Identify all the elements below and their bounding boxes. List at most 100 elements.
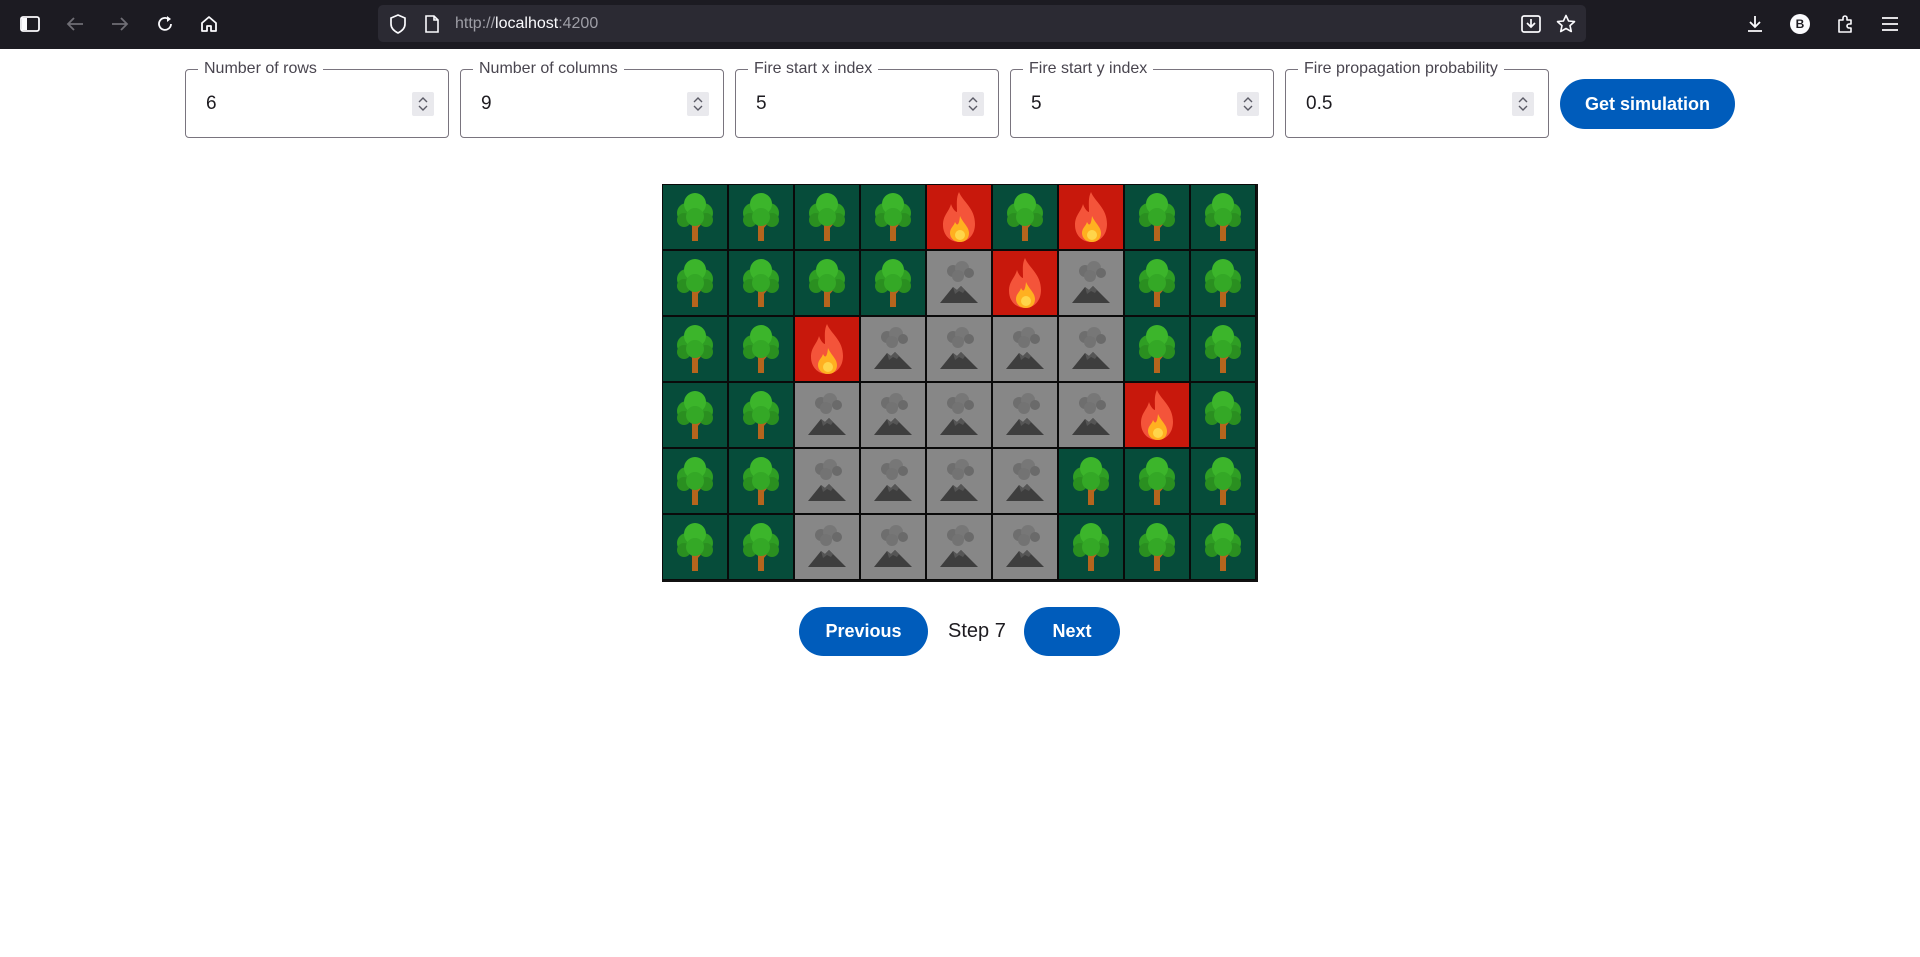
tree-icon xyxy=(672,455,718,507)
fire-icon xyxy=(937,190,981,244)
grid-cell-fire xyxy=(1058,184,1124,250)
fire-start-x-field[interactable]: Fire start x index 5 xyxy=(735,60,999,138)
chevron-updown-icon xyxy=(968,97,978,111)
grid-cell-ash xyxy=(926,250,992,316)
tree-icon xyxy=(738,323,784,375)
url-text[interactable]: http://localhost:4200 xyxy=(455,15,598,33)
get-simulation-button[interactable]: Get simulation xyxy=(1560,79,1735,129)
grid-cell-ash xyxy=(926,316,992,382)
grid-cell-ash xyxy=(794,514,860,580)
tree-icon xyxy=(672,521,718,573)
tree-icon xyxy=(1200,323,1246,375)
volcano-icon xyxy=(1002,325,1048,373)
rows-stepper[interactable] xyxy=(412,92,434,116)
volcano-icon xyxy=(1002,523,1048,571)
columns-stepper[interactable] xyxy=(687,92,709,116)
fire-start-x-value[interactable]: 5 xyxy=(756,93,767,115)
url-scheme: http:// xyxy=(455,15,496,32)
tree-icon xyxy=(1200,389,1246,441)
grid-cell-ash xyxy=(992,514,1058,580)
volcano-icon xyxy=(1068,325,1114,373)
grid-cell-tree xyxy=(662,514,728,580)
tree-icon xyxy=(1134,191,1180,243)
volcano-icon xyxy=(936,325,982,373)
grid-cell-fire xyxy=(926,184,992,250)
chevron-updown-icon xyxy=(418,97,428,111)
browser-toolbar: http://localhost:4200 B xyxy=(0,0,1920,49)
volcano-icon xyxy=(936,391,982,439)
bookmark-star-icon[interactable] xyxy=(1556,14,1576,34)
columns-label: Number of columns xyxy=(473,60,624,78)
grid-cell-tree xyxy=(1124,448,1190,514)
extensions-icon[interactable] xyxy=(1830,9,1860,39)
propagation-probability-field[interactable]: Fire propagation probability 0.5 xyxy=(1285,60,1549,138)
grid-cell-ash xyxy=(992,448,1058,514)
home-icon[interactable] xyxy=(194,9,224,39)
downloads-icon[interactable] xyxy=(1740,9,1770,39)
fire-start-y-stepper[interactable] xyxy=(1237,92,1259,116)
tree-icon xyxy=(870,191,916,243)
tree-icon xyxy=(672,191,718,243)
columns-field[interactable]: Number of columns 9 xyxy=(460,60,724,138)
next-button[interactable]: Next xyxy=(1024,607,1120,656)
page-icon[interactable] xyxy=(422,14,442,34)
grid-cell-tree xyxy=(728,382,794,448)
grid-cell-fire xyxy=(1124,382,1190,448)
previous-button[interactable]: Previous xyxy=(799,607,928,656)
rows-field[interactable]: Number of rows 6 xyxy=(185,60,449,138)
reload-icon[interactable] xyxy=(150,9,180,39)
volcano-icon xyxy=(804,457,850,505)
chevron-updown-icon xyxy=(693,97,703,111)
tree-icon xyxy=(1002,191,1048,243)
fire-start-y-value[interactable]: 5 xyxy=(1031,93,1042,115)
step-indicator: Step 7 xyxy=(948,620,1006,642)
volcano-icon xyxy=(870,391,916,439)
grid-cell-tree xyxy=(728,184,794,250)
columns-value[interactable]: 9 xyxy=(481,93,492,115)
forest-grid xyxy=(662,184,1258,582)
grid-cell-tree xyxy=(860,184,926,250)
back-icon[interactable] xyxy=(60,9,90,39)
volcano-icon xyxy=(870,523,916,571)
grid-cell-ash xyxy=(926,448,992,514)
grid-cell-ash xyxy=(860,514,926,580)
grid-cell-ash xyxy=(992,382,1058,448)
fire-start-y-field[interactable]: Fire start y index 5 xyxy=(1010,60,1274,138)
grid-cell-tree xyxy=(662,250,728,316)
tree-icon xyxy=(738,389,784,441)
tree-icon xyxy=(1200,521,1246,573)
chevron-updown-icon xyxy=(1518,97,1528,111)
url-port: :4200 xyxy=(558,15,599,32)
sidebar-toggle-icon[interactable] xyxy=(15,9,45,39)
address-bar[interactable]: http://localhost:4200 xyxy=(378,5,1586,42)
tree-icon xyxy=(672,389,718,441)
shield-icon[interactable] xyxy=(388,14,408,34)
grid-cell-tree xyxy=(1058,448,1124,514)
tree-icon xyxy=(738,257,784,309)
grid-cell-tree xyxy=(728,448,794,514)
grid-cell-ash xyxy=(860,316,926,382)
grid-cell-tree xyxy=(1190,250,1256,316)
grid-cell-tree xyxy=(1190,382,1256,448)
grid-cell-tree xyxy=(1124,250,1190,316)
grid-cell-ash xyxy=(860,382,926,448)
forward-icon[interactable] xyxy=(105,9,135,39)
grid-cell-ash xyxy=(1058,250,1124,316)
volcano-icon xyxy=(1002,391,1048,439)
fire-start-x-stepper[interactable] xyxy=(962,92,984,116)
tree-icon xyxy=(804,257,850,309)
tree-icon xyxy=(1200,455,1246,507)
grid-cell-tree xyxy=(794,250,860,316)
grid-cell-ash xyxy=(992,316,1058,382)
grid-cell-tree xyxy=(860,250,926,316)
grid-cell-tree xyxy=(662,382,728,448)
propagation-probability-stepper[interactable] xyxy=(1512,92,1534,116)
menu-icon[interactable] xyxy=(1875,9,1905,39)
grid-cell-tree xyxy=(1190,316,1256,382)
tree-icon xyxy=(738,521,784,573)
rows-value[interactable]: 6 xyxy=(206,93,217,115)
account-avatar[interactable]: B xyxy=(1785,9,1815,39)
save-to-pocket-icon[interactable] xyxy=(1521,14,1541,34)
propagation-probability-value[interactable]: 0.5 xyxy=(1306,93,1332,115)
grid-cell-ash xyxy=(794,448,860,514)
